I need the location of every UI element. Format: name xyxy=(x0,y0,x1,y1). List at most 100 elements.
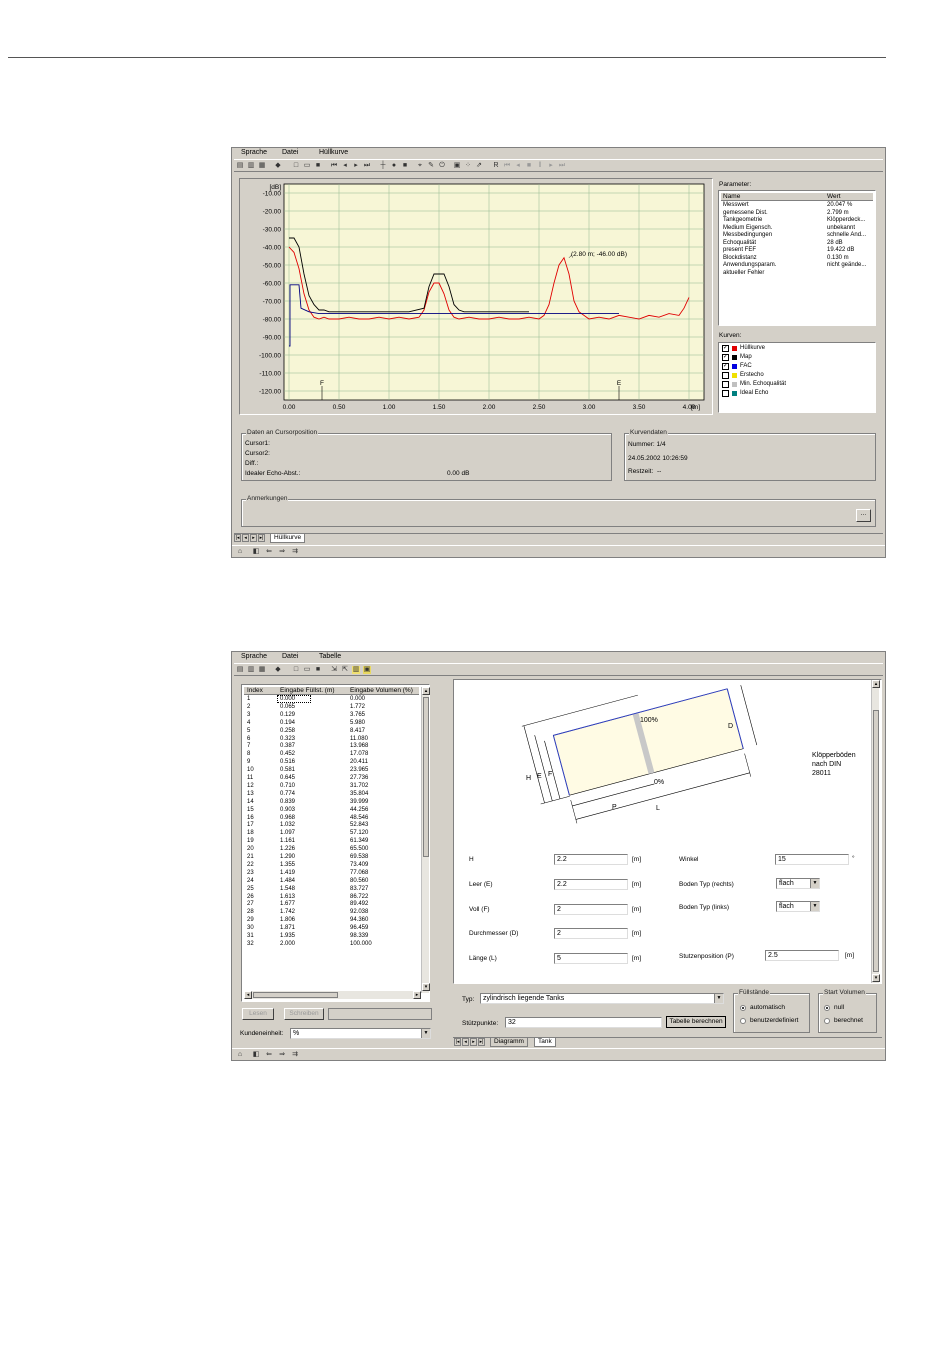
table-row[interactable]: 12 0.710 31.702 xyxy=(244,783,417,791)
params-col-value[interactable]: Wert xyxy=(827,193,841,200)
table-row[interactable]: 1 0.000 0.000 xyxy=(244,695,417,704)
h-input[interactable]: 2.2 xyxy=(554,854,628,865)
curve-checkbox[interactable]: ✓ xyxy=(722,345,729,352)
scroll-up-icon[interactable]: ▴ xyxy=(872,680,880,688)
chevron-down-icon[interactable]: ▼ xyxy=(714,994,723,1003)
table-row[interactable]: 22 1.355 73.409 xyxy=(244,862,417,870)
books-icon[interactable]: ◆ xyxy=(274,162,282,170)
write-button[interactable]: Schreiben xyxy=(284,1008,324,1020)
curve-checkbox[interactable] xyxy=(722,390,729,397)
table-row[interactable]: 7 0.387 13.968 xyxy=(244,743,417,751)
curve-item-erstecho[interactable]: Erstecho xyxy=(722,372,872,380)
diameter-input[interactable]: 2 xyxy=(554,928,628,939)
envelope-chart[interactable]: -10.00 -20.00 -30.00 -40.00 -50.00 -60.00 -70.… xyxy=(240,179,712,414)
open-folder-icon[interactable]: ▭ xyxy=(303,666,311,674)
menu-datei[interactable]: Datei xyxy=(282,653,298,660)
status-icon-2[interactable]: ◧ xyxy=(252,1051,260,1059)
table-row[interactable]: 4 0.194 5.980 xyxy=(244,720,417,728)
table-row[interactable]: 10 0.581 23.965 xyxy=(244,767,417,775)
curve-checkbox[interactable]: ✓ xyxy=(722,354,729,361)
table-row[interactable]: 11 0.645 27.736 xyxy=(244,775,417,783)
splitter[interactable] xyxy=(434,679,450,1039)
tab-last-icon[interactable]: ▸| xyxy=(258,534,265,542)
tab-huellkurve[interactable]: Hüllkurve xyxy=(270,534,306,543)
curve-item-fac[interactable]: ✓ FAC xyxy=(722,363,872,371)
status-icon-4[interactable]: ⇒ xyxy=(278,1051,286,1059)
export-icon[interactable]: ⇱ xyxy=(341,666,349,674)
leer-input[interactable]: 2.2 xyxy=(554,879,628,890)
cursor-icon[interactable]: ┼ xyxy=(379,162,387,170)
record-icon[interactable]: ● xyxy=(390,162,398,170)
table-hscroll[interactable]: ◂ ▸ xyxy=(244,991,421,999)
tab-tank[interactable]: Tank xyxy=(534,1038,556,1047)
tab-diagramm[interactable]: Diagramm xyxy=(490,1038,528,1047)
dots-icon[interactable]: ⁘ xyxy=(464,162,472,170)
layout2-icon[interactable]: ▥ xyxy=(247,162,255,170)
bottom-left-select[interactable]: flach ▼ xyxy=(776,901,820,912)
status-icon-1[interactable]: ⌂ xyxy=(236,1051,244,1059)
table-icon[interactable]: ▥ xyxy=(352,666,360,674)
status-icon-2[interactable]: ◧ xyxy=(252,548,260,556)
table-row[interactable]: 16 0.968 48.546 xyxy=(244,815,417,823)
open-folder-icon[interactable]: ▭ xyxy=(303,162,311,170)
ra-icon[interactable]: R xyxy=(492,162,500,170)
status-icon-3[interactable]: ⇐ xyxy=(265,548,273,556)
table-row[interactable]: 5 0.258 8.417 xyxy=(244,728,417,736)
menu-huellkurve[interactable]: Hüllkurve xyxy=(319,149,348,156)
read-button[interactable]: Lesen xyxy=(242,1008,274,1020)
step-first-icon[interactable]: ⏮ xyxy=(503,162,511,170)
col-index[interactable]: Index xyxy=(247,687,263,694)
table-vscroll[interactable]: ▴ ▾ xyxy=(421,687,430,993)
table-row[interactable]: 13 0.774 35.804 xyxy=(244,791,417,799)
table-row[interactable]: 31 1.935 98.339 xyxy=(244,933,417,941)
curve-item-map[interactable]: ✓ Map xyxy=(722,354,872,362)
col-fill-level[interactable]: Eingabe Füllst. (m) xyxy=(280,687,335,694)
zoom-icon[interactable]: ⌖ xyxy=(416,162,424,170)
tab-last-icon[interactable]: ▸| xyxy=(478,1038,485,1046)
stop-icon[interactable]: ■ xyxy=(401,162,409,170)
radio-user-defined[interactable] xyxy=(740,1018,746,1024)
layout1-icon[interactable]: ▤ xyxy=(236,666,244,674)
length-input[interactable]: 5 xyxy=(554,953,628,964)
nozzle-input[interactable]: 2.5 xyxy=(765,950,839,961)
table-row[interactable]: 19 1.161 61.349 xyxy=(244,838,417,846)
status-icon-1[interactable]: ⌂ xyxy=(236,548,244,556)
table-row[interactable]: 30 1.871 96.459 xyxy=(244,925,417,933)
step-pause-icon[interactable]: ‖ xyxy=(536,162,544,170)
step-stop-icon[interactable]: ■ xyxy=(525,162,533,170)
table-row[interactable]: 24 1.484 80.560 xyxy=(244,878,417,886)
chevron-down-icon[interactable]: ▼ xyxy=(810,879,819,888)
export-icon[interactable]: ⇗ xyxy=(475,162,483,170)
tab-prev-icon[interactable]: ◂ xyxy=(242,534,249,542)
table-row[interactable]: 32 2.000 100.000 xyxy=(244,941,417,949)
table-row[interactable]: 27 1.677 89.492 xyxy=(244,901,417,909)
table-row[interactable]: 18 1.097 57.120 xyxy=(244,830,417,838)
tab-first-icon[interactable]: |◂ xyxy=(454,1038,461,1046)
angle-input[interactable]: 15 xyxy=(775,854,849,865)
curve-item-ideal-echo[interactable]: Ideal Echo xyxy=(722,390,872,398)
table-row[interactable]: 28 1.742 92.038 xyxy=(244,909,417,917)
new-file-icon[interactable]: □ xyxy=(292,666,300,674)
table-row[interactable]: 17 1.032 52.843 xyxy=(244,822,417,830)
table-row[interactable]: 15 0.903 44.256 xyxy=(244,807,417,815)
layout3-icon[interactable]: ▦ xyxy=(258,666,266,674)
chart-view-icon[interactable]: ▣ xyxy=(363,666,371,674)
tab-prev-icon[interactable]: ◂ xyxy=(462,1038,469,1046)
last-icon[interactable]: ⏭ xyxy=(363,162,371,170)
step-back-icon[interactable]: ◂ xyxy=(514,162,522,170)
radio-automatic[interactable] xyxy=(740,1005,746,1011)
notes-more-button[interactable]: ... xyxy=(856,509,871,522)
curve-checkbox[interactable] xyxy=(722,381,729,388)
frame-icon[interactable]: ▣ xyxy=(453,162,461,170)
params-col-name[interactable]: Name xyxy=(723,193,740,200)
unit-select[interactable]: % ▼ xyxy=(290,1028,431,1039)
save-icon[interactable]: ■ xyxy=(314,162,322,170)
menu-sprache[interactable]: Sprache xyxy=(241,653,267,660)
table-row[interactable]: 23 1.419 77.068 xyxy=(244,870,417,878)
pane-scroll-thumb[interactable] xyxy=(873,710,879,972)
scroll-down-icon[interactable]: ▾ xyxy=(422,983,430,991)
tab-first-icon[interactable]: |◂ xyxy=(234,534,241,542)
col-volume[interactable]: Eingabe Volumen (%) xyxy=(350,687,413,694)
new-file-icon[interactable]: □ xyxy=(292,162,300,170)
status-icon-5[interactable]: ⇉ xyxy=(291,548,299,556)
